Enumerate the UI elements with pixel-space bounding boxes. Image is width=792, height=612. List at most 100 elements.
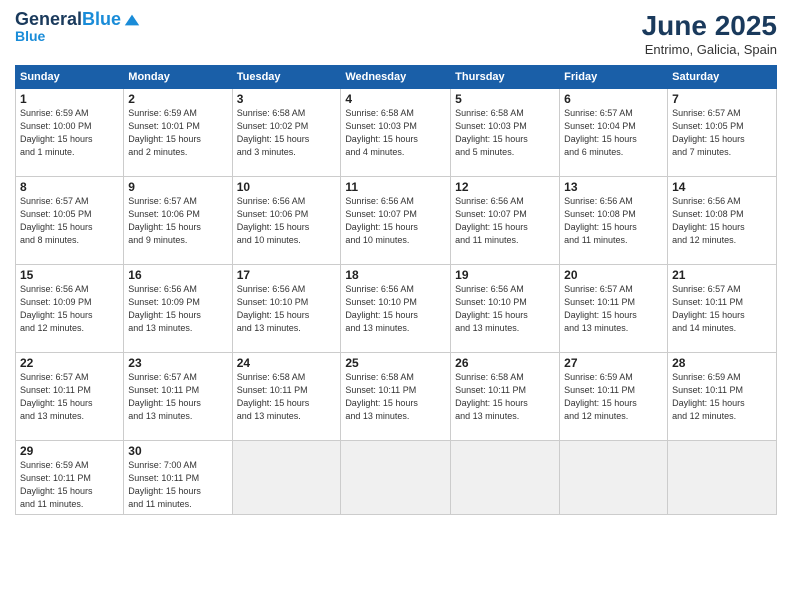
day-number: 29 <box>20 444 119 458</box>
day-info: Sunrise: 6:56 AM Sunset: 10:07 PM Daylig… <box>455 195 555 247</box>
calendar-cell: 4Sunrise: 6:58 AM Sunset: 10:03 PM Dayli… <box>341 89 451 177</box>
day-info: Sunrise: 6:58 AM Sunset: 10:03 PM Daylig… <box>455 107 555 159</box>
day-info: Sunrise: 6:58 AM Sunset: 10:02 PM Daylig… <box>237 107 337 159</box>
calendar-cell <box>668 441 777 515</box>
logo-icon <box>123 11 141 29</box>
weekday-header-thursday: Thursday <box>451 66 560 89</box>
day-number: 18 <box>345 268 446 282</box>
calendar-cell <box>451 441 560 515</box>
day-number: 5 <box>455 92 555 106</box>
location: Entrimo, Galicia, Spain <box>642 42 777 57</box>
day-number: 9 <box>128 180 227 194</box>
day-info: Sunrise: 6:57 AM Sunset: 10:05 PM Daylig… <box>672 107 772 159</box>
day-number: 21 <box>672 268 772 282</box>
day-number: 22 <box>20 356 119 370</box>
calendar-week-row: 15Sunrise: 6:56 AM Sunset: 10:09 PM Dayl… <box>16 265 777 353</box>
day-number: 12 <box>455 180 555 194</box>
page-container: GeneralBlue Blue June 2025 Entrimo, Gali… <box>0 0 792 525</box>
day-info: Sunrise: 6:57 AM Sunset: 10:06 PM Daylig… <box>128 195 227 247</box>
day-number: 11 <box>345 180 446 194</box>
calendar-week-row: 8Sunrise: 6:57 AM Sunset: 10:05 PM Dayli… <box>16 177 777 265</box>
calendar-cell: 22Sunrise: 6:57 AM Sunset: 10:11 PM Dayl… <box>16 353 124 441</box>
day-info: Sunrise: 6:57 AM Sunset: 10:11 PM Daylig… <box>672 283 772 335</box>
calendar-cell: 13Sunrise: 6:56 AM Sunset: 10:08 PM Dayl… <box>560 177 668 265</box>
day-number: 10 <box>237 180 337 194</box>
calendar-cell: 15Sunrise: 6:56 AM Sunset: 10:09 PM Dayl… <box>16 265 124 353</box>
calendar-week-row: 22 Sunrise: 6:57 AM Sunset: 10:11 PM Dayl… <box>16 353 777 441</box>
calendar-cell: 8Sunrise: 6:57 AM Sunset: 10:05 PM Dayli… <box>16 177 124 265</box>
day-info: Sunrise: 6:56 AM Sunset: 10:10 PM Daylig… <box>345 283 446 335</box>
day-info: Sunrise: 6:56 AM Sunset: 10:10 PM Daylig… <box>237 283 337 335</box>
calendar-cell: 28Sunrise: 6:59 AM Sunset: 10:11 PM Dayl… <box>668 353 777 441</box>
day-number: 2 <box>128 92 227 106</box>
day-number: 26 <box>455 356 555 370</box>
calendar-cell: 30Sunrise: 7:00 AM Sunset: 10:11 PM Dayl… <box>124 441 232 515</box>
day-number: 3 <box>237 92 337 106</box>
day-number: 16 <box>128 268 227 282</box>
day-info: Sunrise: 6:59 AM Sunset: 10:00 PM Daylig… <box>20 107 119 159</box>
day-info: Sunrise: 6:58 AM Sunset: 10:03 PM Daylig… <box>345 107 446 159</box>
day-number: 8 <box>20 180 119 194</box>
day-number: 13 <box>564 180 663 194</box>
weekday-header-sunday: Sunday <box>16 66 124 89</box>
calendar-cell <box>341 441 451 515</box>
day-info: Sunrise: 6:56 AM Sunset: 10:08 PM Daylig… <box>564 195 663 247</box>
logo-text: GeneralBlue <box>15 10 121 30</box>
calendar-cell: 16Sunrise: 6:56 AM Sunset: 10:09 PM Dayl… <box>124 265 232 353</box>
day-info: Sunrise: 6:56 AM Sunset: 10:09 PM Daylig… <box>20 283 119 335</box>
day-number: 4 <box>345 92 446 106</box>
calendar-cell: 2Sunrise: 6:59 AM Sunset: 10:01 PM Dayli… <box>124 89 232 177</box>
day-info: Sunrise: 6:56 AM Sunset: 10:07 PM Daylig… <box>345 195 446 247</box>
calendar-cell: 17Sunrise: 6:56 AM Sunset: 10:10 PM Dayl… <box>232 265 341 353</box>
day-number: 24 <box>237 356 337 370</box>
day-info: Sunrise: 6:57 AM Sunset: 10:04 PM Daylig… <box>564 107 663 159</box>
calendar-cell: 26Sunrise: 6:58 AM Sunset: 10:11 PM Dayl… <box>451 353 560 441</box>
month-title: June 2025 <box>642 10 777 42</box>
calendar-cell: 25Sunrise: 6:58 AM Sunset: 10:11 PM Dayl… <box>341 353 451 441</box>
calendar-table: SundayMondayTuesdayWednesdayThursdayFrid… <box>15 65 777 515</box>
weekday-header-wednesday: Wednesday <box>341 66 451 89</box>
header: GeneralBlue Blue June 2025 Entrimo, Gali… <box>15 10 777 57</box>
day-info: Sunrise: 6:58 AM Sunset: 10:11 PM Daylig… <box>455 371 555 423</box>
day-number: 7 <box>672 92 772 106</box>
calendar-week-row: 29Sunrise: 6:59 AM Sunset: 10:11 PM Dayl… <box>16 441 777 515</box>
day-number: 27 <box>564 356 663 370</box>
day-number: 17 <box>237 268 337 282</box>
calendar-cell <box>560 441 668 515</box>
calendar-cell: 23Sunrise: 6:57 AM Sunset: 10:11 PM Dayl… <box>124 353 232 441</box>
day-info: Sunrise: 6:57 AM Sunset: 10:05 PM Daylig… <box>20 195 119 247</box>
calendar-cell: 29Sunrise: 6:59 AM Sunset: 10:11 PM Dayl… <box>16 441 124 515</box>
logo: GeneralBlue Blue <box>15 10 141 44</box>
day-number: 6 <box>564 92 663 106</box>
day-info: Sunrise: 7:00 AM Sunset: 10:11 PM Daylig… <box>128 459 227 511</box>
day-info: Sunrise: 6:57 AM Sunset: 10:11 PM Daylig… <box>564 283 663 335</box>
weekday-header-row: SundayMondayTuesdayWednesdayThursdayFrid… <box>16 66 777 89</box>
day-info: Sunrise: 6:58 AM Sunset: 10:11 PM Daylig… <box>237 371 337 423</box>
calendar-cell: 10Sunrise: 6:56 AM Sunset: 10:06 PM Dayl… <box>232 177 341 265</box>
day-info: Sunrise: 6:58 AM Sunset: 10:11 PM Daylig… <box>345 371 446 423</box>
day-info: Sunrise: 6:57 AM Sunset: 10:11 PM Daylig… <box>128 371 227 423</box>
calendar-cell <box>232 441 341 515</box>
calendar-cell: 20Sunrise: 6:57 AM Sunset: 10:11 PM Dayl… <box>560 265 668 353</box>
calendar-cell: 12Sunrise: 6:56 AM Sunset: 10:07 PM Dayl… <box>451 177 560 265</box>
day-info: Sunrise: 6:59 AM Sunset: 10:11 PM Daylig… <box>20 459 119 511</box>
logo-blue: Blue <box>15 28 141 44</box>
day-info: Sunrise: 6:56 AM Sunset: 10:06 PM Daylig… <box>237 195 337 247</box>
calendar-cell: 18Sunrise: 6:56 AM Sunset: 10:10 PM Dayl… <box>341 265 451 353</box>
calendar-cell: 9Sunrise: 6:57 AM Sunset: 10:06 PM Dayli… <box>124 177 232 265</box>
weekday-header-friday: Friday <box>560 66 668 89</box>
calendar-cell: 5Sunrise: 6:58 AM Sunset: 10:03 PM Dayli… <box>451 89 560 177</box>
day-info: Sunrise: 6:59 AM Sunset: 10:01 PM Daylig… <box>128 107 227 159</box>
calendar-cell: 6Sunrise: 6:57 AM Sunset: 10:04 PM Dayli… <box>560 89 668 177</box>
day-info: Sunrise: 6:56 AM Sunset: 10:09 PM Daylig… <box>128 283 227 335</box>
day-info: Sunrise: 6:56 AM Sunset: 10:10 PM Daylig… <box>455 283 555 335</box>
calendar-cell: 3Sunrise: 6:58 AM Sunset: 10:02 PM Dayli… <box>232 89 341 177</box>
calendar-cell: 14Sunrise: 6:56 AM Sunset: 10:08 PM Dayl… <box>668 177 777 265</box>
weekday-header-tuesday: Tuesday <box>232 66 341 89</box>
calendar-cell: 11Sunrise: 6:56 AM Sunset: 10:07 PM Dayl… <box>341 177 451 265</box>
day-number: 23 <box>128 356 227 370</box>
day-number: 20 <box>564 268 663 282</box>
calendar-cell: 7Sunrise: 6:57 AM Sunset: 10:05 PM Dayli… <box>668 89 777 177</box>
day-number: 28 <box>672 356 772 370</box>
calendar-cell: 27Sunrise: 6:59 AM Sunset: 10:11 PM Dayl… <box>560 353 668 441</box>
